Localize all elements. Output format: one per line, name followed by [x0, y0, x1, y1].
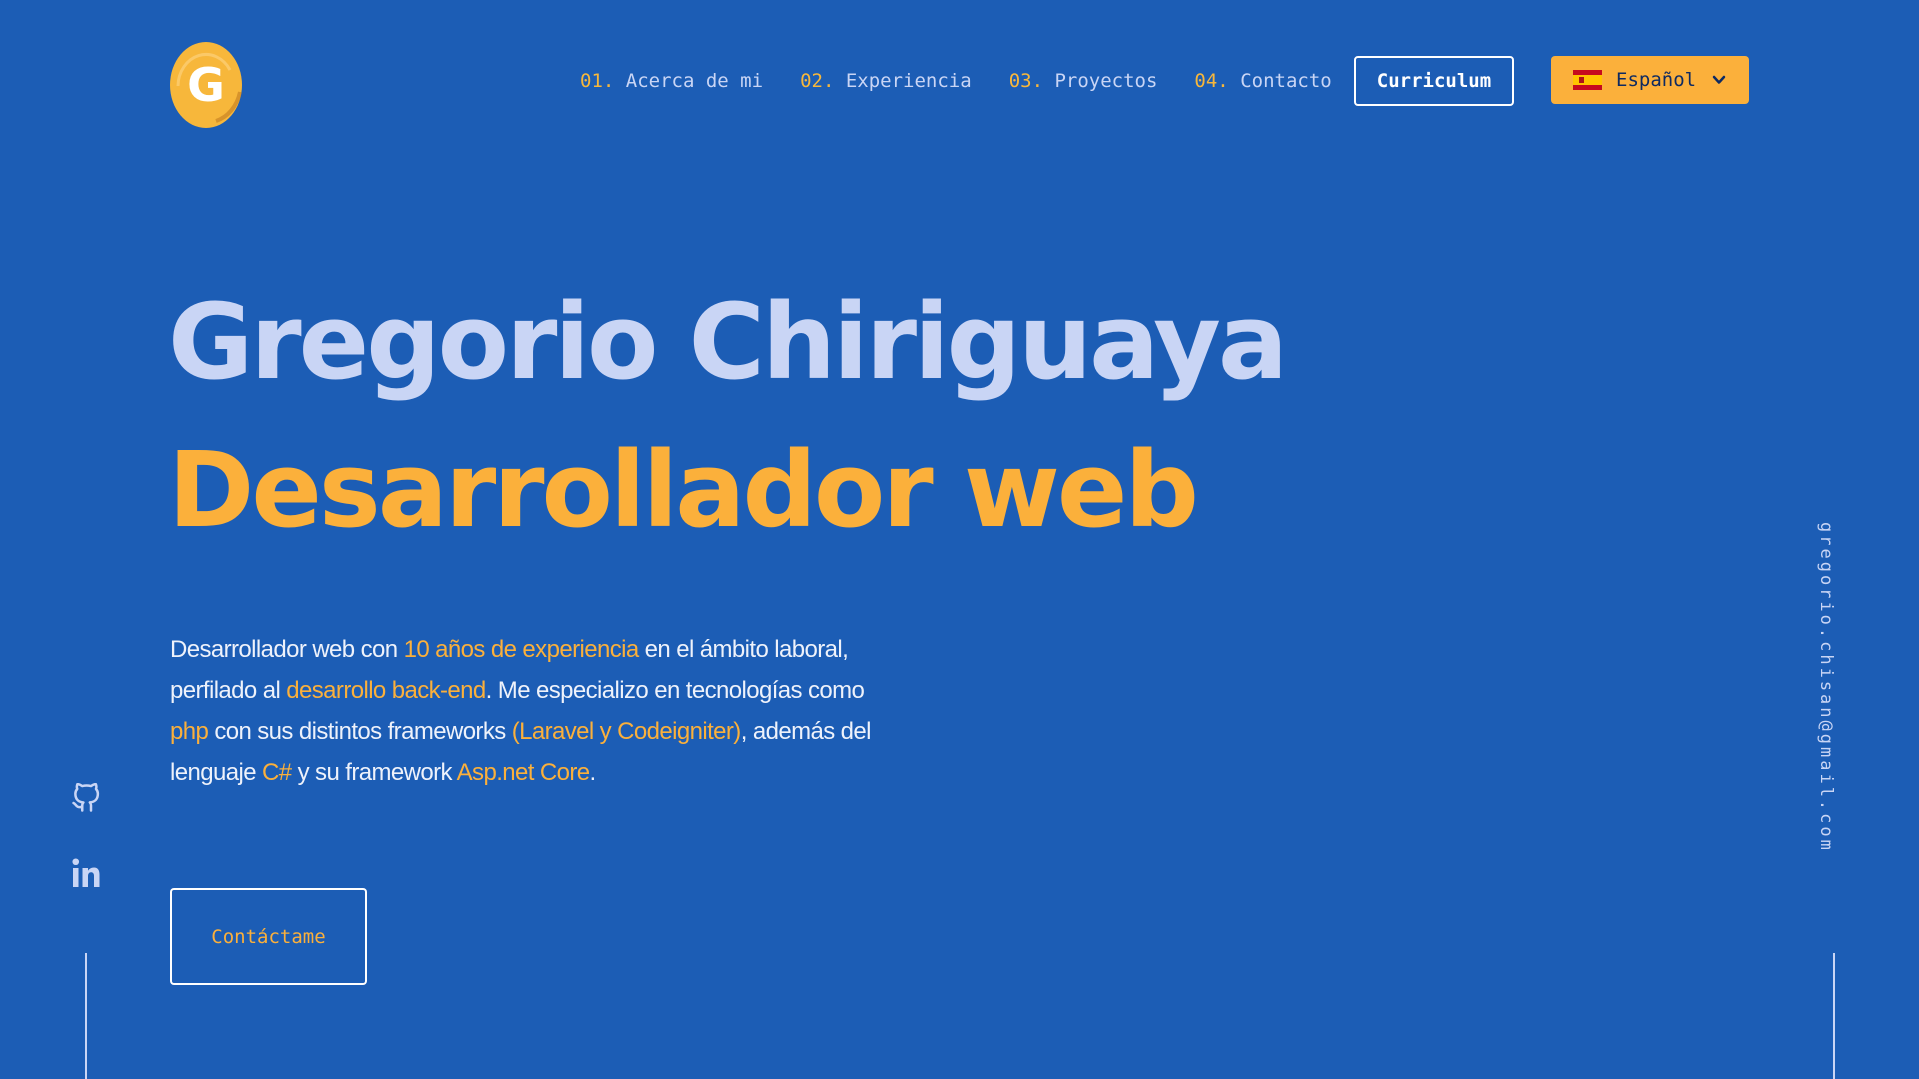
curriculum-button[interactable]: Curriculum — [1354, 56, 1514, 106]
description-highlight: php — [170, 718, 209, 745]
hero-description: Desarrollador web con 10 años de experie… — [170, 629, 890, 793]
description-highlight: Asp.net Core — [456, 759, 590, 786]
contact-me-button[interactable]: Contáctame — [170, 888, 367, 985]
language-selected: Español — [1616, 69, 1697, 91]
email-divider-line — [1833, 953, 1835, 1079]
description-text: con sus distintos frameworks — [208, 718, 512, 745]
hero-name: Gregorio Chiriguaya — [168, 281, 1288, 403]
logo-icon: G — [170, 42, 242, 128]
nav-item-experience[interactable]: 02. Experiencia — [800, 70, 972, 92]
description-text: . — [589, 759, 597, 786]
chevron-down-icon — [1712, 75, 1726, 84]
description-highlight: (Laravel y Codeigniter) — [511, 718, 742, 745]
github-icon — [72, 783, 100, 812]
github-link[interactable] — [70, 781, 102, 815]
description-text: . Me especializo en tecnologías como — [485, 677, 865, 704]
nav-item-label: Contacto — [1240, 70, 1332, 92]
hero-role: Desarrollador web — [168, 429, 1199, 551]
nav-item-number: 03. — [1008, 70, 1044, 92]
language-select[interactable]: Español — [1551, 56, 1749, 104]
linkedin-link[interactable] — [70, 856, 102, 890]
description-text: y su framework — [291, 759, 457, 786]
spain-flag-icon — [1573, 70, 1602, 90]
nav-item-number: 04. — [1194, 70, 1229, 92]
social-divider-line — [85, 953, 87, 1079]
nav-item-contact[interactable]: 04. Contacto — [1194, 70, 1331, 92]
description-highlight: C# — [262, 759, 292, 786]
linkedin-icon — [72, 858, 100, 887]
description-highlight: desarrollo back-end — [286, 677, 486, 704]
site-logo[interactable]: G — [170, 42, 242, 128]
nav-item-label: Experiencia — [845, 70, 972, 92]
nav-item-number: 02. — [800, 70, 835, 92]
logo-letter: G — [187, 58, 225, 112]
main-nav: 01. Acerca de mi 02. Experiencia 03. Pro… — [580, 70, 1332, 92]
description-text: Desarrollador web con — [170, 636, 404, 663]
nav-item-projects[interactable]: 03. Proyectos — [1009, 70, 1158, 92]
nav-item-number: 01. — [580, 70, 615, 92]
nav-item-about[interactable]: 01. Acerca de mi — [580, 70, 763, 92]
email-link[interactable]: gregorio.chisan@gmail.com — [1816, 522, 1836, 853]
nav-item-label: Acerca de mi — [625, 70, 764, 92]
nav-item-label: Proyectos — [1054, 70, 1158, 92]
description-highlight: 10 años de experiencia — [403, 636, 640, 663]
